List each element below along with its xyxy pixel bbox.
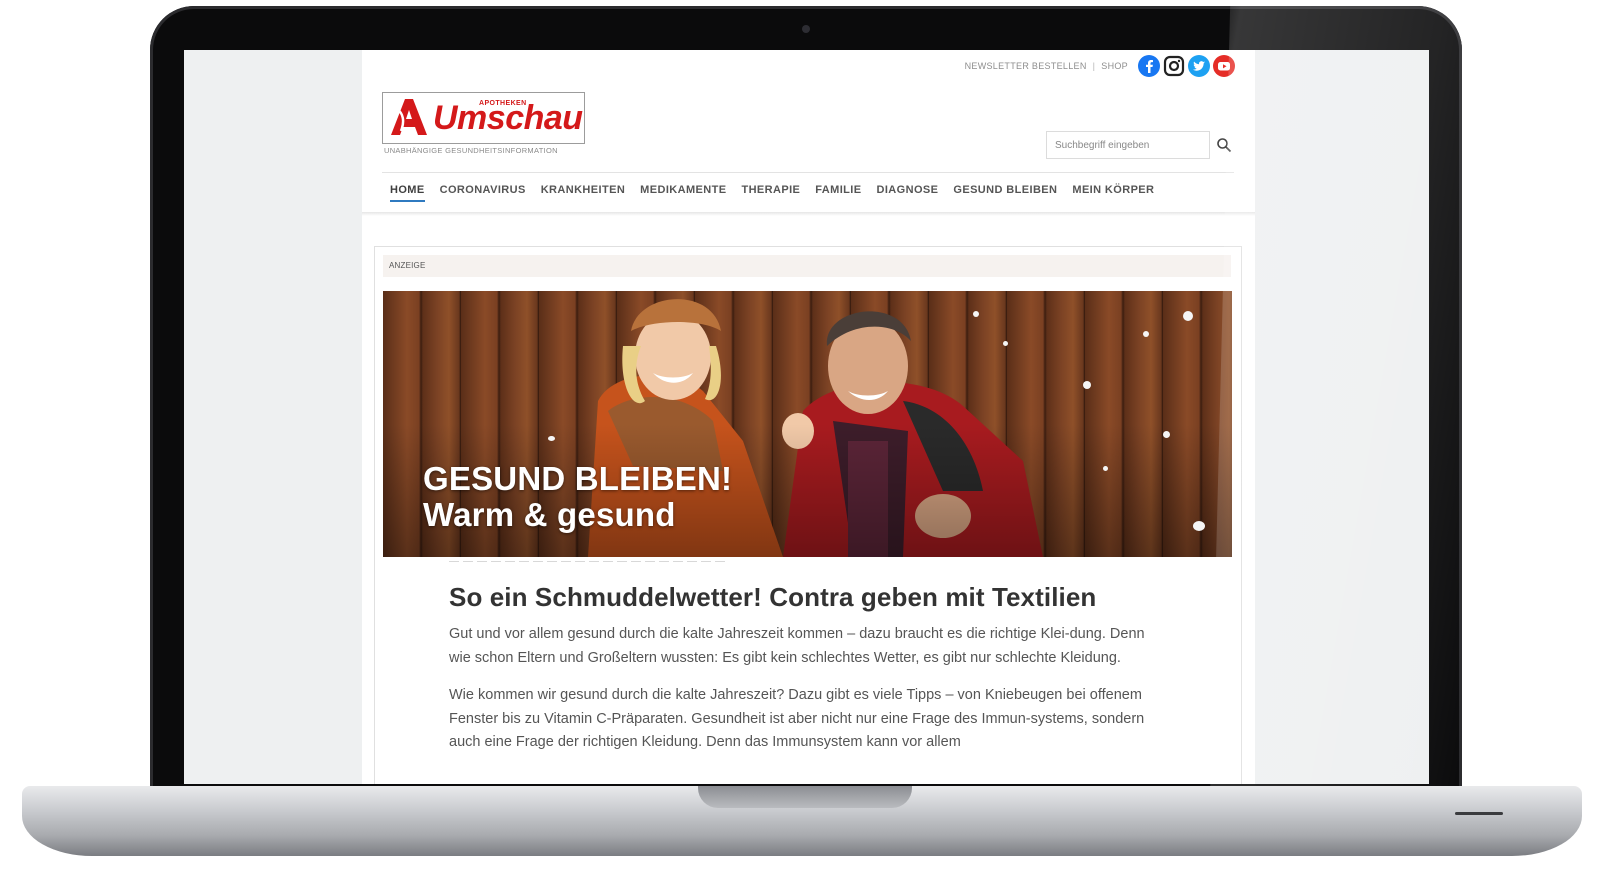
search-button[interactable]	[1214, 135, 1234, 155]
snowflake	[1103, 466, 1108, 471]
nav-shadow	[362, 212, 1255, 216]
facebook-icon[interactable]	[1138, 55, 1160, 77]
snowflake	[548, 436, 555, 441]
utility-separator: |	[1092, 61, 1096, 71]
article-divider	[449, 561, 725, 562]
shop-link[interactable]: SHOP	[1101, 61, 1128, 71]
ad-label: ANZEIGE	[383, 255, 1231, 277]
article-title: So ein Schmuddelwetter! Contra geben mit…	[449, 582, 1097, 612]
snowflake	[1183, 311, 1193, 321]
article-paragraph: Gut und vor allem gesund durch die kalte…	[449, 626, 1145, 666]
social-links	[1138, 55, 1235, 77]
nav-item-diagnose[interactable]: DIAGNOSE	[877, 184, 939, 202]
search-icon	[1217, 138, 1232, 153]
nav-item-gesund-bleiben[interactable]: GESUND BLEIBEN	[953, 184, 1057, 202]
hero-image[interactable]: GESUND BLEIBEN! Warm & gesund	[383, 291, 1232, 557]
newsletter-link[interactable]: NEWSLETTER BESTELLEN	[965, 61, 1087, 71]
webcam	[802, 25, 810, 33]
nav-item-familie[interactable]: FAMILIE	[815, 184, 861, 202]
main-nav: HOME CORONAVIRUS KRANKHEITEN MEDIKAMENTE…	[390, 184, 1154, 202]
nav-item-medikamente[interactable]: MEDIKAMENTE	[640, 184, 726, 202]
nav-item-coronavirus[interactable]: CORONAVIRUS	[440, 184, 526, 202]
snowflake	[1193, 521, 1205, 531]
article-paragraph: Wie kommen wir gesund durch die kalte Ja…	[449, 687, 1145, 750]
snowflake	[1003, 341, 1008, 346]
nav-item-therapie[interactable]: THERAPIE	[741, 184, 800, 202]
search-box	[1046, 131, 1234, 159]
nav-item-mein-koerper[interactable]: MEIN KÖRPER	[1072, 184, 1154, 202]
search-input[interactable]	[1046, 131, 1211, 159]
brand-name: Umschau	[433, 99, 583, 137]
pharmacy-a-icon	[391, 99, 427, 135]
hero-headline: GESUND BLEIBEN! Warm & gesund	[423, 461, 732, 533]
snowflake	[1143, 331, 1149, 337]
snowflake	[1163, 431, 1170, 438]
website-page: NEWSLETTER BESTELLEN | SHOP APOTHEKEN Um…	[362, 50, 1255, 784]
nav-item-home[interactable]: HOME	[390, 184, 425, 202]
laptop-slit	[1455, 812, 1503, 815]
snowflake	[973, 311, 979, 317]
nav-item-krankheiten[interactable]: KRANKHEITEN	[541, 184, 625, 202]
instagram-icon[interactable]	[1163, 55, 1185, 77]
laptop-notch	[698, 786, 912, 808]
header-divider	[382, 172, 1234, 173]
utility-bar: NEWSLETTER BESTELLEN | SHOP	[965, 53, 1235, 79]
browser-viewport: NEWSLETTER BESTELLEN | SHOP APOTHEKEN Um…	[184, 50, 1429, 784]
brand-tagline: UNABHÄNGIGE GESUNDHEITSINFORMATION	[384, 146, 558, 155]
youtube-icon[interactable]	[1213, 55, 1235, 77]
hero-line-1: GESUND BLEIBEN!	[423, 460, 733, 497]
hero-line-2: Warm & gesund	[423, 496, 676, 533]
article: So ein Schmuddelwetter! Contra geben mit…	[449, 561, 1169, 769]
twitter-icon[interactable]	[1188, 55, 1210, 77]
snowflake	[1083, 381, 1091, 389]
brand-logo[interactable]: APOTHEKEN Umschau	[382, 92, 585, 144]
advertisement-box: ANZEIGE GESUND BLEIBEN! Warm & gesund So…	[374, 246, 1242, 784]
